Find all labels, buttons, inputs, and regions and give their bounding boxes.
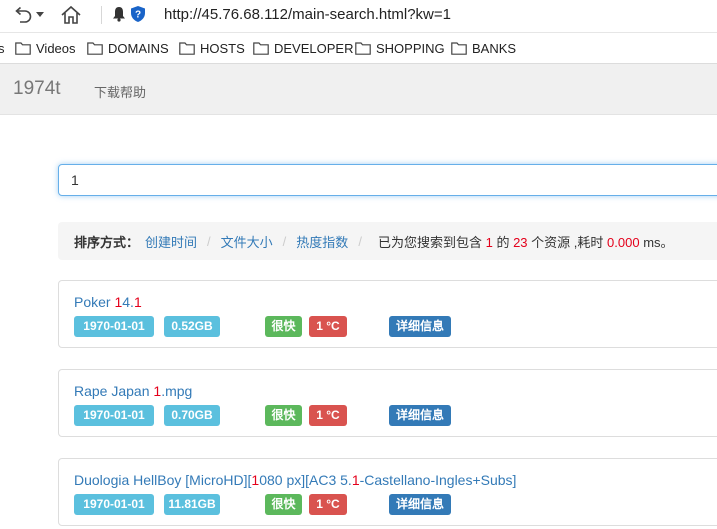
bookmark-label: DEVELOPER xyxy=(274,40,354,56)
browser-toolbar: ? http://45.76.68.112/main-search.html?k… xyxy=(0,0,717,33)
sort-bar: 排序方式： 创建时间 / 文件大小 / 热度指数 / 已为您搜索到包含 1 的 … xyxy=(58,222,717,260)
speed-badge: 很快 xyxy=(265,405,302,426)
toolbar-separator xyxy=(101,6,102,24)
summary-count: 23 xyxy=(513,234,528,250)
temperature-badge: 1 °C xyxy=(309,316,347,337)
folder-icon xyxy=(87,41,103,55)
title-text: Poker xyxy=(74,294,115,310)
back-button[interactable] xyxy=(10,4,46,26)
title-text: Duologia HellBoy [MicroHD][ xyxy=(74,472,252,488)
result-title[interactable]: Poker 14.1 xyxy=(74,294,142,310)
bookmark-videos[interactable]: Videos xyxy=(15,39,76,57)
bell-icon xyxy=(113,7,125,22)
site-info[interactable]: ? xyxy=(112,5,146,23)
crumb-separator: / xyxy=(282,233,287,249)
bookmark-label: Videos xyxy=(36,40,76,56)
folder-icon xyxy=(15,41,31,55)
back-arrow-icon xyxy=(15,6,32,23)
search-input[interactable] xyxy=(58,164,717,196)
result-title[interactable]: Rape Japan 1.mpg xyxy=(74,383,192,399)
folder-icon xyxy=(451,41,467,55)
site-brand[interactable]: 1974t xyxy=(13,78,61,100)
result-card: Duologia HellBoy [MicroHD][ 1080 px][AC3 … xyxy=(58,458,717,526)
bookmark-label: DOMAINS xyxy=(108,40,169,56)
folder-icon xyxy=(253,41,269,55)
bookmark-label: BANKS xyxy=(472,40,517,56)
date-badge: 1970-01-01 xyxy=(74,494,154,515)
title-keyword-highlight: 1 xyxy=(133,294,142,310)
bookmark-domains[interactable]: DOMAINS xyxy=(87,39,169,57)
sort-by-created[interactable]: 创建时间 xyxy=(145,232,197,251)
summary-suffix: ms。 xyxy=(643,234,674,250)
nav-link-help[interactable]: 下载帮助 xyxy=(94,82,146,101)
bookmark-banks[interactable]: BANKS xyxy=(451,39,516,57)
title-text: Rape Japan xyxy=(74,383,154,399)
detail-button[interactable]: 详细信息 xyxy=(389,405,451,426)
address-bar[interactable]: http://45.76.68.112/main-search.html?kw=… xyxy=(164,6,451,23)
temperature-badge: 1 °C xyxy=(309,405,347,426)
result-title[interactable]: Duologia HellBoy [MicroHD][ 1080 px][AC3 … xyxy=(74,472,516,488)
sort-label: 排序方式： xyxy=(74,234,140,250)
size-badge: 0.70GB xyxy=(164,405,220,426)
svg-text:?: ? xyxy=(135,10,141,21)
bookmarks-bar: s Videos DOMAINS HOSTS DEVELOPER SHOPPIN… xyxy=(0,33,717,64)
bookmark-partial[interactable]: s xyxy=(0,39,5,57)
folder-icon xyxy=(355,41,371,55)
chevron-down-icon xyxy=(36,12,44,17)
sort-by-size[interactable]: 文件大小 xyxy=(221,232,273,251)
bookmark-developer[interactable]: DEVELOPER xyxy=(253,39,353,57)
title-keyword-highlight: 1 xyxy=(351,472,360,488)
bookmark-label: HOSTS xyxy=(200,40,245,56)
size-badge: 0.52GB xyxy=(164,316,220,337)
date-badge: 1970-01-01 xyxy=(74,405,154,426)
detail-button[interactable]: 详细信息 xyxy=(389,316,451,337)
bookmark-label: SHOPPING xyxy=(376,40,445,56)
bookmark-shopping[interactable]: SHOPPING xyxy=(355,39,445,57)
summary-prefix: 已为您搜索到包含 xyxy=(377,234,482,250)
title-text: .mpg xyxy=(161,383,193,399)
crumb-separator: / xyxy=(358,233,362,249)
summary-mid2: 个资源 ,耗时 xyxy=(531,234,604,250)
bookmark-label: s xyxy=(0,40,5,56)
detail-button[interactable]: 详细信息 xyxy=(389,494,451,515)
sort-by-popularity[interactable]: 热度指数 xyxy=(296,232,348,251)
summary-time: 0.000 xyxy=(607,234,640,250)
temperature-badge: 1 °C xyxy=(309,494,347,515)
summary-keyword: 1 xyxy=(485,234,493,250)
title-text: -Castellano-Ingles+Subs] xyxy=(359,472,517,488)
bookmark-hosts[interactable]: HOSTS xyxy=(179,39,245,57)
site-navbar: 1974t 下载帮助 xyxy=(0,64,717,115)
title-text: 4. xyxy=(122,294,134,310)
crumb-separator: / xyxy=(207,233,211,249)
home-button[interactable] xyxy=(58,4,84,26)
home-icon xyxy=(61,5,81,24)
speed-badge: 很快 xyxy=(265,494,302,515)
date-badge: 1970-01-01 xyxy=(74,316,154,337)
result-card: Rape Japan 1.mpg 1970-01-01 0.70GB 很快 1 … xyxy=(58,369,717,437)
speed-badge: 很快 xyxy=(265,316,302,337)
title-text: 080 px][AC3 5. xyxy=(259,472,352,488)
size-badge: 11.81GB xyxy=(164,494,220,515)
search-summary: 已为您搜索到包含 1 的 23 个资源 ,耗时 0.000 ms。 xyxy=(378,232,674,251)
summary-mid: 的 xyxy=(496,234,510,250)
shield-icon: ? xyxy=(131,6,145,22)
folder-icon xyxy=(179,41,195,55)
result-card: Poker 14.1 1970-01-01 0.52GB 很快 1 °C 详细信… xyxy=(58,280,717,348)
